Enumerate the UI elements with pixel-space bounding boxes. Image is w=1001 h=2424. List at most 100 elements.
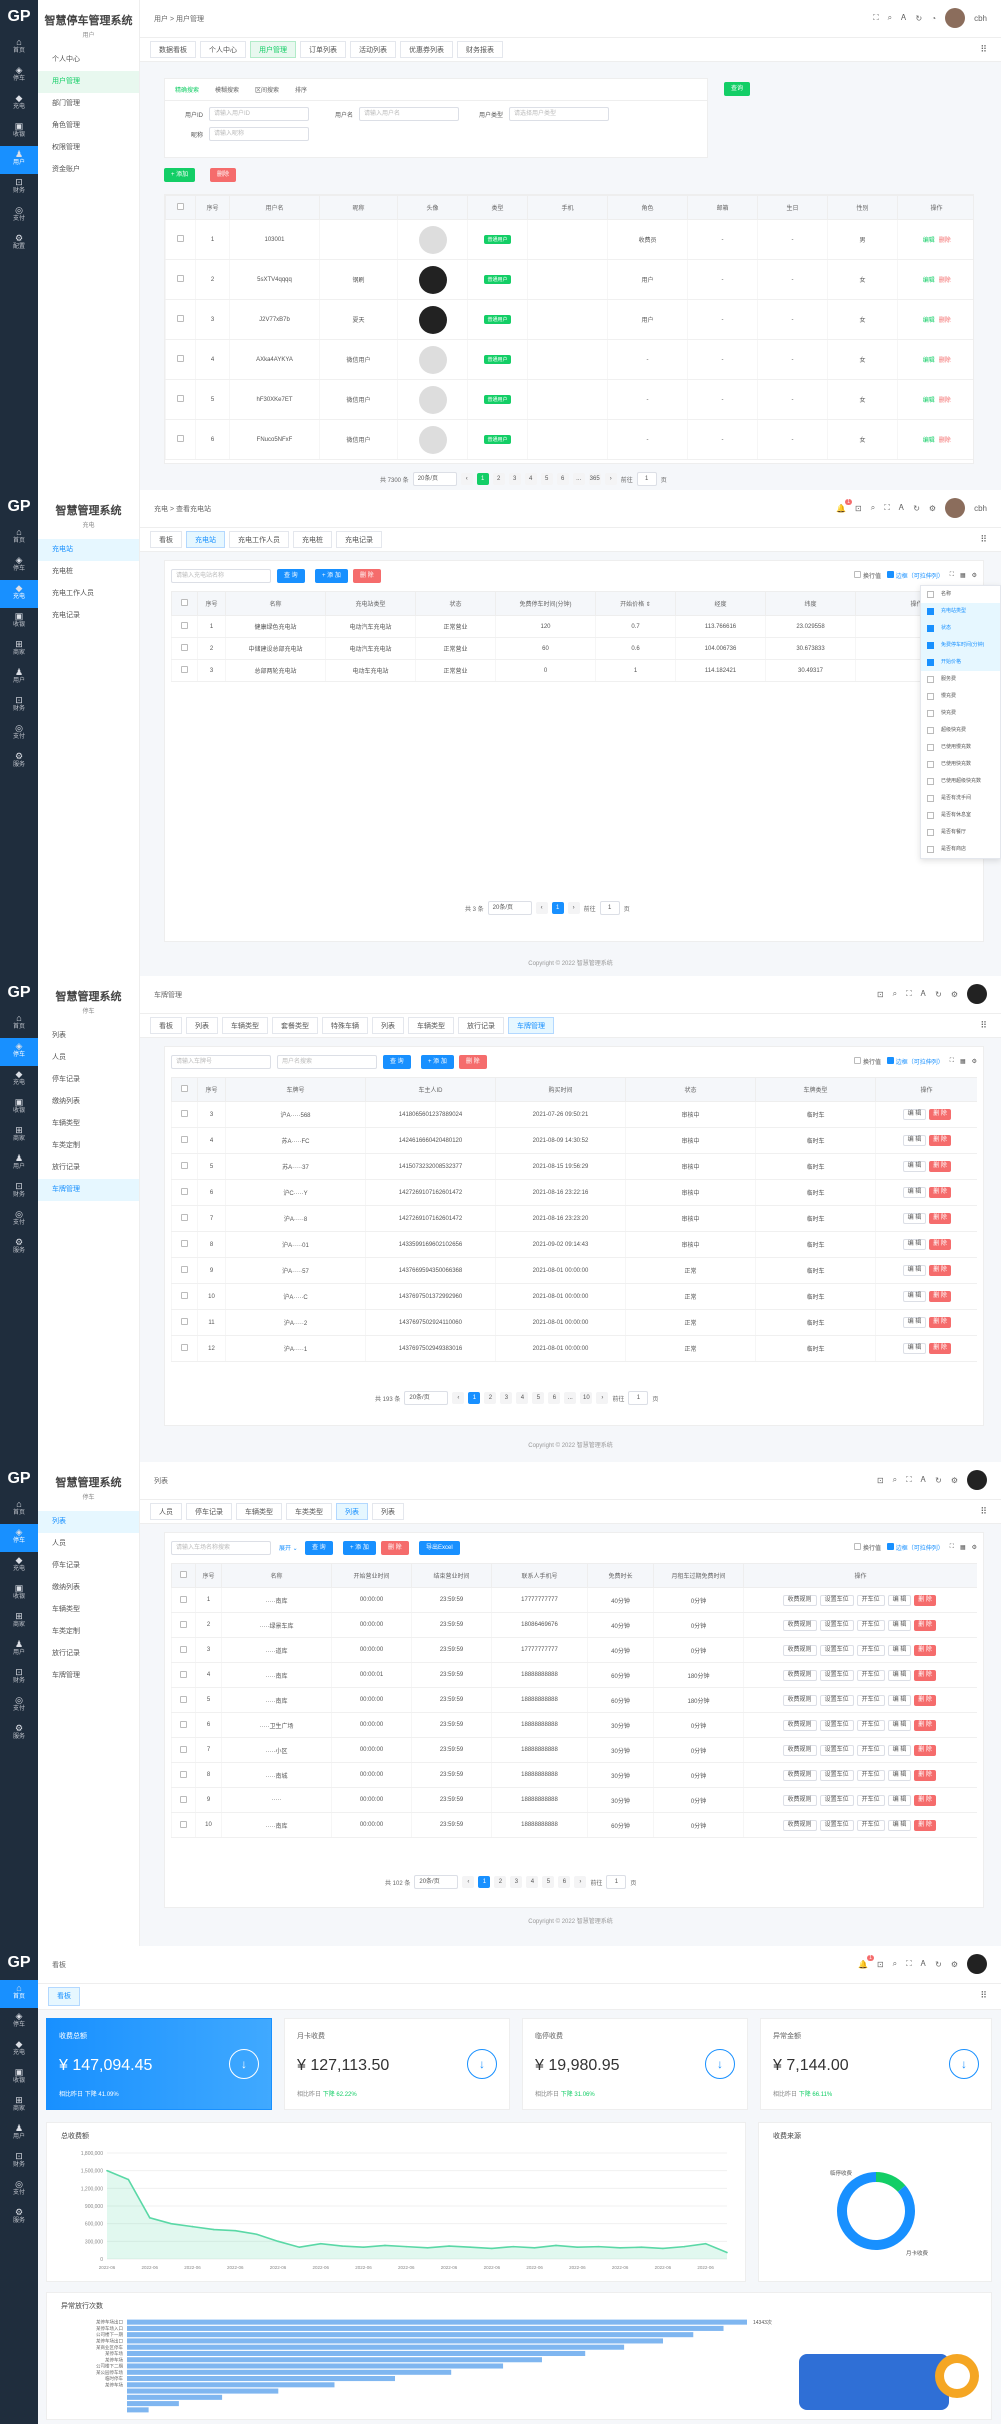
grid-icon[interactable]: ⠿	[980, 1990, 987, 2001]
page-number[interactable]: 2	[494, 1876, 507, 1888]
sidebar-item-0[interactable]: 个人中心	[38, 49, 139, 71]
tab-dashboard[interactable]: 看板	[48, 1987, 80, 2006]
tab-4[interactable]: 充电记录	[336, 531, 382, 548]
rail-item-1[interactable]: ◈ 停车	[0, 552, 38, 580]
tab-5[interactable]: 优惠券列表	[400, 41, 453, 58]
username-search-input[interactable]: 用户名搜索	[277, 1055, 377, 1069]
row-checkbox[interactable]	[177, 435, 184, 442]
row-action-0[interactable]: 收费规则	[782, 1769, 817, 1781]
wrap-checkbox[interactable]: 换行值	[854, 1057, 881, 1066]
lock-icon[interactable]: ⊡	[877, 990, 884, 999]
expand-toggle[interactable]: 展开 ⌄	[279, 1543, 298, 1552]
rail-item-5[interactable]: ⊡ 财务	[0, 174, 38, 202]
row-action-0[interactable]: 收费规则	[782, 1819, 817, 1831]
goto-input[interactable]: 1	[628, 1391, 649, 1405]
add-button[interactable]: + 添 加	[315, 569, 348, 583]
page-number[interactable]: ...	[572, 473, 585, 485]
table-row[interactable]: 2 5sXTV4qqqq 钢刷 普通用户 用户 - - 女 编辑 删除	[165, 259, 973, 300]
select-all-checkbox[interactable]	[181, 1085, 188, 1092]
rail-item-0[interactable]: ⌂ 首页	[0, 34, 38, 62]
page-number[interactable]: 5	[532, 1392, 545, 1404]
user-name[interactable]: cbh	[974, 14, 987, 23]
edit-link[interactable]: 编辑	[923, 398, 935, 404]
tab-3[interactable]: 套餐类型	[272, 1017, 318, 1034]
page-number[interactable]: 10	[580, 1392, 593, 1404]
delete-button[interactable]: 删 除	[929, 1343, 951, 1354]
rail-item-5[interactable]: ♟ 用户	[0, 1636, 38, 1664]
delete-button[interactable]: 删 除	[459, 1055, 487, 1069]
row-action-0[interactable]: 收费规则	[782, 1694, 817, 1706]
page-number[interactable]: 365	[588, 473, 601, 485]
column-checkbox[interactable]	[927, 795, 934, 802]
sidebar-item-7[interactable]: 车牌管理	[38, 1179, 139, 1201]
tab-1[interactable]: 停车记录	[186, 1503, 232, 1520]
rail-item-8[interactable]: ⚙ 服务	[0, 1720, 38, 1748]
column-option[interactable]: 状态	[921, 620, 1000, 637]
search-tab-2[interactable]: 区间搜索	[255, 85, 279, 94]
rail-item-1[interactable]: ◈ 停车	[0, 62, 38, 90]
delete-button[interactable]: 删 除	[381, 1541, 409, 1555]
settings-icon[interactable]: ⚙	[951, 990, 958, 999]
sidebar-item-5[interactable]: 车类定制	[38, 1135, 139, 1157]
row-action-3[interactable]: 编 辑	[887, 1669, 912, 1681]
row-action-3[interactable]: 编 辑	[887, 1594, 912, 1606]
page-number[interactable]: 4	[526, 1876, 539, 1888]
tab-2[interactable]: 充电工作人员	[229, 531, 289, 548]
wrap-checkbox[interactable]: 换行值	[854, 571, 881, 580]
rail-item-6[interactable]: ⊡ 财务	[0, 2148, 38, 2176]
row-checkbox[interactable]	[181, 666, 188, 673]
fullscreen-icon[interactable]: ⛶	[906, 1959, 912, 1969]
table-row[interactable]: 9 沪A·····57 1437669594350066368 2021-08-01 …	[171, 1257, 977, 1284]
column-checkbox[interactable]	[927, 744, 934, 751]
sidebar-item-2[interactable]: 停车记录	[38, 1069, 139, 1091]
sidebar-item-1[interactable]: 用户管理	[38, 71, 139, 93]
edit-button[interactable]: 编 辑	[902, 1265, 927, 1276]
rail-item-1[interactable]: ◈ 停车	[0, 1524, 38, 1552]
table-row[interactable]: 11 沪A·····2 1437697502924110060 2021-08-01 …	[171, 1309, 977, 1336]
rail-item-5[interactable]: ♟ 用户	[0, 664, 38, 692]
table-row[interactable]: 8 ·····南城 00:00:00 23:59:59 18888888888 30分钟 0…	[171, 1762, 977, 1788]
tab-4[interactable]: 列表	[336, 1503, 368, 1520]
page-size-select[interactable]: 20条/页	[404, 1391, 449, 1405]
page-number[interactable]: 4	[524, 473, 537, 485]
tab-4[interactable]: 特殊车辆	[322, 1017, 368, 1034]
rail-item-3[interactable]: ▣ 收银	[0, 1094, 38, 1122]
row-checkbox[interactable]	[177, 315, 184, 322]
grid-icon[interactable]: ⠿	[980, 44, 987, 55]
row-checkbox[interactable]	[181, 1188, 188, 1195]
page-number[interactable]: 3	[508, 473, 521, 485]
rail-item-0[interactable]: ⌂ 首页	[0, 1980, 38, 2008]
sidebar-item-4[interactable]: 权限管理	[38, 137, 139, 159]
delete-button[interactable]: 删 除	[929, 1161, 951, 1172]
row-checkbox[interactable]	[180, 1670, 187, 1678]
row-checkbox[interactable]	[177, 395, 184, 402]
row-action-2[interactable]: 开车位	[856, 1594, 885, 1606]
row-action-2[interactable]: 开车位	[856, 1794, 885, 1806]
row-action-1[interactable]: 设置车位	[819, 1644, 854, 1656]
font-size-icon[interactable]: Ꭺ	[921, 1959, 926, 1969]
row-checkbox[interactable]	[181, 1266, 188, 1273]
edit-button[interactable]: 编 辑	[902, 1109, 927, 1120]
goto-input[interactable]: 1	[599, 901, 620, 915]
row-action-4[interactable]: 删 除	[914, 1744, 936, 1756]
tab-3[interactable]: 订单列表	[300, 41, 346, 58]
edit-button[interactable]: 编 辑	[902, 1135, 927, 1146]
lot-search-input[interactable]: 请输入车场名称搜索	[171, 1541, 271, 1555]
row-action-2[interactable]: 开车位	[856, 1619, 885, 1631]
row-action-4[interactable]: 删 除	[914, 1594, 936, 1606]
row-checkbox[interactable]	[180, 1695, 187, 1703]
table-row[interactable]: 6 FNuco5NFxF 微信用户 普通用户 - - - 女 编辑 删除	[165, 419, 973, 460]
table-row[interactable]: 3 沪A·····568 1418065601237889024 2021-07-26…	[171, 1101, 977, 1128]
delete-button[interactable]: 删除	[210, 168, 237, 182]
tab-2[interactable]: 车辆类型	[222, 1017, 268, 1034]
query-button[interactable]: 查 询	[277, 569, 305, 583]
column-checkbox[interactable]	[927, 693, 934, 700]
search-icon[interactable]: ⌕	[893, 1475, 897, 1485]
table-row[interactable]: 9 ····· 00:00:00 23:59:59 18888888888 30分钟 0分钟…	[171, 1787, 977, 1813]
row-action-2[interactable]: 开车位	[856, 1819, 885, 1831]
row-action-1[interactable]: 设置车位	[819, 1694, 854, 1706]
rail-item-6[interactable]: ◎ 支付	[0, 202, 38, 230]
column-checkbox[interactable]	[927, 812, 934, 819]
export-excel-button[interactable]: 导出Excel	[419, 1541, 460, 1555]
row-checkbox[interactable]	[177, 275, 184, 282]
